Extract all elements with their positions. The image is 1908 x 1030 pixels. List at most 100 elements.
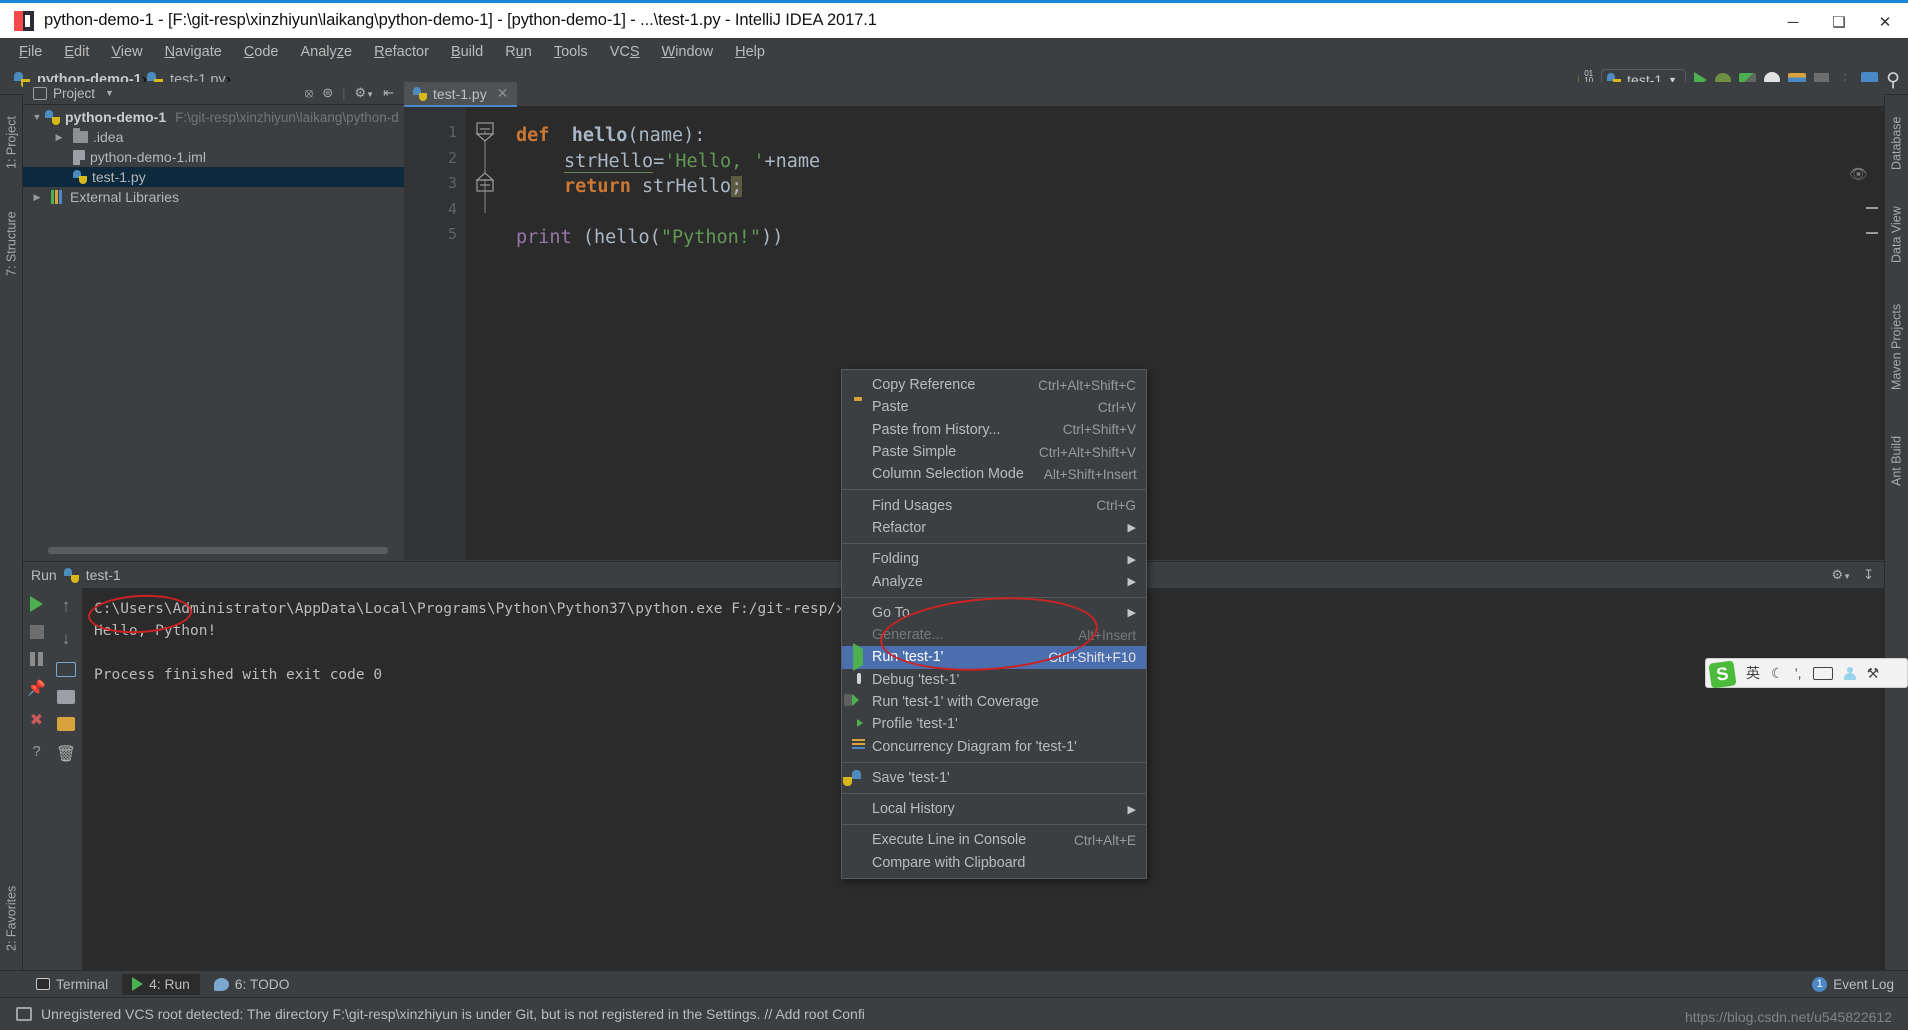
keyboard-icon[interactable] (1812, 666, 1833, 680)
close-button[interactable]: ✕ (1862, 3, 1908, 41)
ime-toolbar[interactable]: S 英 ☾ ’, ⚒ (1705, 658, 1908, 689)
chevron-down-icon[interactable]: ▼ (105, 88, 114, 98)
code-concat-name: +name (764, 150, 821, 172)
menu-view[interactable]: View (100, 41, 153, 63)
tool-window-structure[interactable]: 7: Structure (0, 194, 23, 294)
menu-file[interactable]: File (8, 41, 53, 63)
menu-item-debug-test-1[interactable]: Debug 'test-1' (842, 669, 1146, 691)
code-line-5[interactable]: print (hello("Python!")) (504, 225, 1884, 251)
tool-window-maven[interactable]: Maven Projects (1885, 286, 1908, 408)
menu-refactor[interactable]: Refactor (363, 41, 440, 63)
editor-context-menu[interactable]: Copy Reference Ctrl+Alt+Shift+C Paste Ct… (841, 369, 1147, 879)
scroll-to-end-icon[interactable] (57, 690, 75, 704)
chevron-down-icon[interactable]: ▼ (29, 112, 45, 122)
rerun-icon[interactable] (30, 596, 43, 612)
tool-window-database[interactable]: Database (1885, 100, 1908, 186)
menu-item-profile-test-1[interactable]: Profile 'test-1' (842, 713, 1146, 735)
tool-window-favorites[interactable]: 2: Favorites (0, 866, 23, 970)
collapse-all-icon[interactable]: ⊜ (322, 85, 333, 101)
tool-window-ant[interactable]: Ant Build (1885, 416, 1908, 506)
menu-item-run-test-1[interactable]: Run 'test-1' Ctrl+Shift+F10 (842, 643, 1146, 672)
menu-item-run-with-coverage[interactable]: Run 'test-1' with Coverage (842, 691, 1146, 713)
menu-item-paste-simple[interactable]: Paste Simple Ctrl+Alt+Shift+V (842, 441, 1146, 463)
menu-navigate[interactable]: Navigate (154, 41, 233, 63)
sogou-ime-logo-icon[interactable]: S (1708, 660, 1737, 689)
scroll-down-icon[interactable]: ↓ (62, 629, 71, 649)
menu-vcs[interactable]: VCS (599, 41, 651, 63)
close-icon[interactable]: ✖ (30, 710, 43, 730)
chevron-right-icon[interactable]: ▶ (51, 132, 67, 143)
scroll-up-icon[interactable]: ↑ (62, 596, 71, 616)
maximize-button[interactable]: ❑ (1816, 3, 1862, 41)
menu-code[interactable]: Code (233, 41, 290, 63)
code-line-3[interactable]: return strHello; (504, 174, 1884, 200)
menu-item-find-usages[interactable]: Find Usages Ctrl+G (842, 494, 1146, 516)
search-icon[interactable]: ⚲ (1886, 69, 1900, 92)
menu-tools[interactable]: Tools (543, 41, 599, 63)
print-icon[interactable] (57, 717, 75, 731)
minimize-button[interactable]: ─ (1770, 3, 1816, 41)
tree-row[interactable]: python-demo-1.iml (23, 147, 404, 167)
close-icon[interactable]: ✕ (497, 85, 509, 102)
tree-row[interactable]: ▶ .idea (23, 127, 404, 147)
menu-item-save-test-1[interactable]: Save 'test-1' (842, 767, 1146, 789)
menu-edit[interactable]: Edit (53, 41, 100, 63)
menu-item-folding[interactable]: Folding ▶ (842, 548, 1146, 570)
tool-window-dataview[interactable]: Data View (1885, 192, 1908, 278)
menu-item-go-to[interactable]: Go To ▶ (842, 602, 1146, 624)
person-icon[interactable] (1843, 666, 1856, 680)
menu-item-label: Run 'test-1' with Coverage (872, 694, 1039, 710)
wrench-icon[interactable]: ⚒ (1867, 665, 1880, 682)
menu-item-local-history[interactable]: Local History ▶ (842, 798, 1146, 820)
notification-icon[interactable] (16, 1007, 32, 1021)
clear-all-icon[interactable]: 🗑 (56, 744, 76, 764)
menu-item-refactor[interactable]: Refactor ▶ (842, 517, 1146, 539)
menu-item-analyze[interactable]: Analyze ▶ (842, 570, 1146, 592)
menu-window[interactable]: Window (651, 41, 725, 63)
code-content[interactable]: def hello(name): strHello='Hello, '+name… (504, 107, 1884, 560)
hide-panel-icon[interactable]: ↧ (1863, 567, 1874, 583)
punctuation-icon[interactable]: ’, (1795, 665, 1802, 681)
menu-analyze[interactable]: Analyze (290, 41, 364, 63)
event-log-badge: 1 (1812, 976, 1828, 992)
pause-icon[interactable] (30, 652, 43, 666)
editor-tab-test-1[interactable]: test-1.py ✕ (404, 82, 518, 107)
gear-icon[interactable]: ⚙▼ (355, 85, 375, 101)
gear-icon[interactable]: ⚙▼ (1832, 567, 1852, 583)
chevron-right-icon[interactable]: ▶ (29, 192, 45, 203)
bottom-tab-todo[interactable]: 6: TODO (204, 974, 300, 995)
stop-icon[interactable] (29, 625, 44, 639)
menu-help[interactable]: Help (724, 41, 776, 63)
help-icon[interactable]: ? (32, 743, 40, 760)
run-panel-config-name[interactable]: test-1 (86, 567, 121, 583)
menu-item-concurrency-diagram[interactable]: Concurrency Diagram for 'test-1' (842, 735, 1146, 757)
code-line-2[interactable]: strHello='Hello, '+name (504, 149, 1884, 175)
bottom-tab-terminal[interactable]: Terminal (26, 974, 118, 995)
menu-item-compare-with-clipboard[interactable]: Compare with Clipboard (842, 852, 1146, 874)
project-horizontal-scrollbar[interactable] (48, 547, 388, 554)
tree-row[interactable]: ▼ python-demo-1 F:\git-resp\xinzhiyun\la… (23, 107, 404, 127)
hide-panel-icon[interactable]: ⇤ (383, 85, 394, 101)
event-log-button[interactable]: 1 Event Log (1812, 976, 1894, 992)
menu-item-column-selection-mode[interactable]: Column Selection Mode Alt+Shift+Insert (842, 463, 1146, 485)
menu-run[interactable]: Run (494, 41, 543, 63)
soft-wrap-icon[interactable] (56, 662, 76, 677)
ime-language-mode[interactable]: 英 (1746, 663, 1760, 683)
tool-window-project[interactable]: 1: Project (0, 100, 23, 186)
menu-build[interactable]: Build (440, 41, 494, 63)
code-line-4[interactable] (504, 200, 1884, 226)
line-number: 1 (447, 123, 457, 141)
code-line-1[interactable]: def hello(name): (504, 123, 1884, 149)
moon-icon[interactable]: ☾ (1771, 665, 1784, 682)
eye-icon[interactable]: 👁 (1849, 165, 1868, 183)
menu-item-copy-reference[interactable]: Copy Reference Ctrl+Alt+Shift+C (842, 374, 1146, 396)
tree-row-selected[interactable]: test-1.py (23, 167, 404, 187)
locate-icon[interactable]: ⦻ (305, 85, 314, 101)
tree-row[interactable]: ▶ External Libraries (23, 187, 404, 207)
bottom-tab-run[interactable]: 4: Run (122, 973, 200, 995)
menu-item-paste-from-history[interactable]: Paste from History... Ctrl+Shift+V (842, 419, 1146, 441)
menu-item-paste[interactable]: Paste Ctrl+V (842, 396, 1146, 418)
menu-item-execute-line-in-console[interactable]: Execute Line in Console Ctrl+Alt+E (842, 829, 1146, 851)
pin-icon[interactable]: 📌 (27, 679, 46, 697)
fold-gutter[interactable] (466, 107, 504, 560)
